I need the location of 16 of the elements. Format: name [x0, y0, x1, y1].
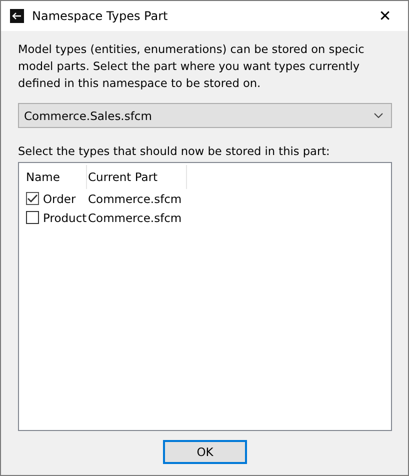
window-title: Namespace Types Part	[32, 9, 169, 23]
ok-button[interactable]: OK	[163, 440, 247, 464]
close-button[interactable]: ✕	[362, 1, 408, 31]
app-icon	[10, 9, 24, 23]
type-name: Product	[43, 210, 87, 224]
checkbox[interactable]	[26, 192, 39, 205]
type-name: Order	[43, 192, 76, 206]
column-header[interactable]: Name	[19, 165, 87, 189]
table-cell-text: Commerce.sfcm	[87, 192, 183, 206]
column-header[interactable]: Current Part	[87, 165, 187, 189]
types-label: Select the types that should now be stored in this part:	[18, 145, 331, 158]
checkbox[interactable]	[26, 211, 39, 224]
description-text: Model types (entities, enumerations) can be stored on specic model parts. Select the part where you want types currently defined in this namespace to be stored on.	[18, 42, 366, 92]
table-cell-text: Commerce.sfcm	[87, 210, 183, 224]
part-dropdown[interactable]: Commerce.Sales.sfcm	[18, 103, 392, 128]
chevron-down-icon	[374, 113, 383, 118]
